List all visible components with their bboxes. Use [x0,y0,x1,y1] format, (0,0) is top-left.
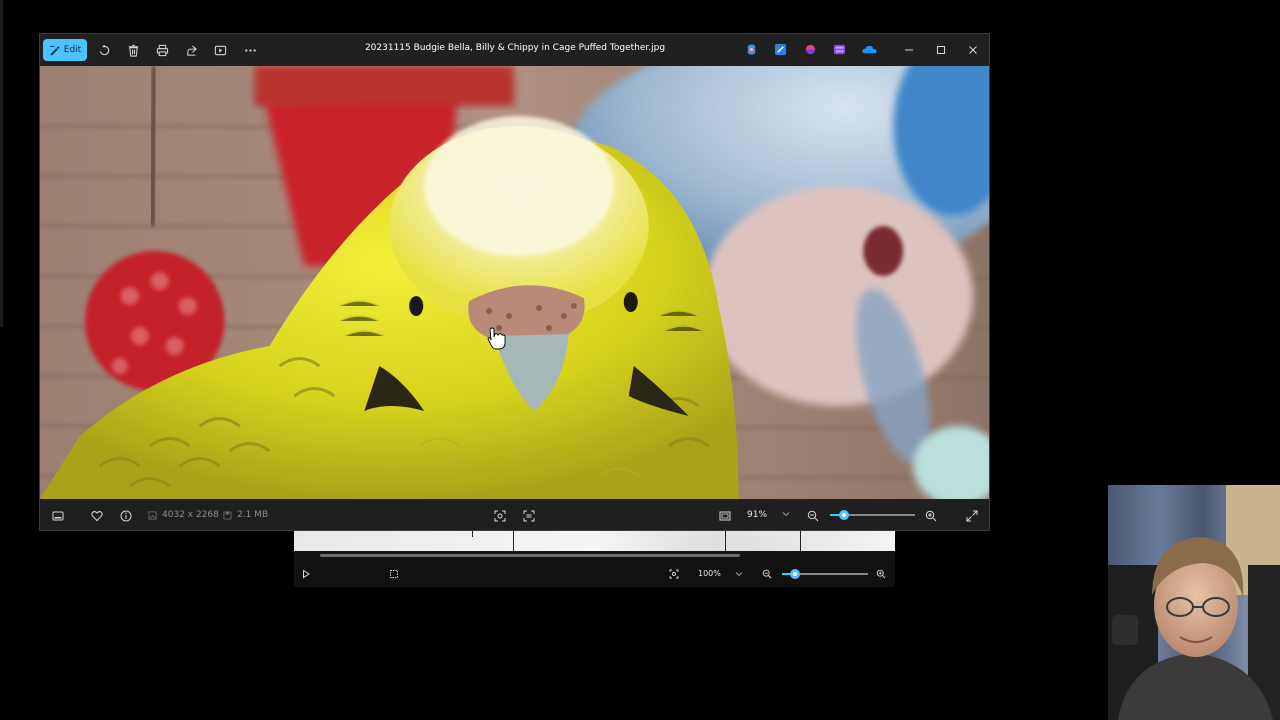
photo-canvas[interactable] [40,66,989,499]
video-editor-icon[interactable] [833,43,846,56]
scrollbar-thumb[interactable] [320,554,740,557]
copilot-icon[interactable] [745,43,758,56]
close-icon [969,46,977,54]
zoom-slider-2[interactable] [782,569,868,579]
zoom-slider-thumb[interactable] [790,569,800,579]
chevron-down-icon[interactable] [733,568,745,580]
zoom-level-dropdown[interactable]: 91% [747,510,767,520]
zoom-slider-thumb[interactable] [839,510,849,520]
background-window-edge [0,0,3,327]
zoom-in-icon[interactable] [923,508,939,524]
photos-window: Edit 20231115 Budgie Bella, Billy & Chip… [39,33,990,531]
crop-select-icon[interactable] [388,568,400,580]
minimize-icon [905,49,913,51]
onedrive-icon[interactable] [862,43,877,56]
presenter-video [1108,485,1280,720]
maximize-button[interactable] [933,42,949,58]
share-icon[interactable] [183,42,199,58]
background-viewer-window: 100% [294,531,895,587]
image-dimensions: 4032 x 2268 [148,510,219,520]
filmstrip-icon[interactable] [50,508,66,524]
fullscreen-icon[interactable] [964,508,980,524]
slideshow-icon[interactable] [212,42,228,58]
background-image-strip [294,531,895,551]
print-icon[interactable] [154,42,170,58]
file-size: 2.1 MB [223,510,268,520]
edit-icon [49,45,60,55]
delete-icon[interactable] [125,42,141,58]
window-title: 20231115 Budgie Bella, Billy & Chippy in… [364,43,666,53]
designer-icon[interactable] [774,43,787,56]
dimensions-icon [148,510,157,520]
budgie-photo [40,66,989,499]
rotate-icon[interactable] [96,42,112,58]
clipchamp-icon[interactable] [804,43,817,56]
horizontal-scrollbar[interactable] [294,551,895,559]
edit-button[interactable]: Edit [43,39,87,61]
zoom-out-icon[interactable] [805,508,821,524]
bottom-bar: 4032 x 2268 2.1 MB 91% [40,499,989,530]
fit-to-window-icon[interactable] [717,508,733,524]
webcam-overlay [1108,485,1280,720]
scan-text-icon[interactable] [521,508,537,524]
fit-icon[interactable] [668,568,680,580]
maximize-icon [937,46,945,54]
zoom-slider[interactable] [830,510,915,520]
more-icon[interactable] [242,42,258,58]
minimize-button[interactable] [901,42,917,58]
title-bar[interactable]: Edit 20231115 Budgie Bella, Billy & Chip… [40,34,989,66]
zoom-out-icon[interactable] [761,568,773,580]
favorite-icon[interactable] [89,508,105,524]
visual-search-icon[interactable] [492,508,508,524]
zoom-level-dropdown-2[interactable]: 100% [698,569,721,578]
edit-label: Edit [63,45,82,55]
chevron-down-icon[interactable] [781,509,791,519]
disk-icon [223,510,232,520]
info-icon[interactable] [118,508,134,524]
zoom-in-icon[interactable] [875,568,887,580]
close-button[interactable] [965,42,981,58]
play-icon[interactable] [300,568,312,580]
